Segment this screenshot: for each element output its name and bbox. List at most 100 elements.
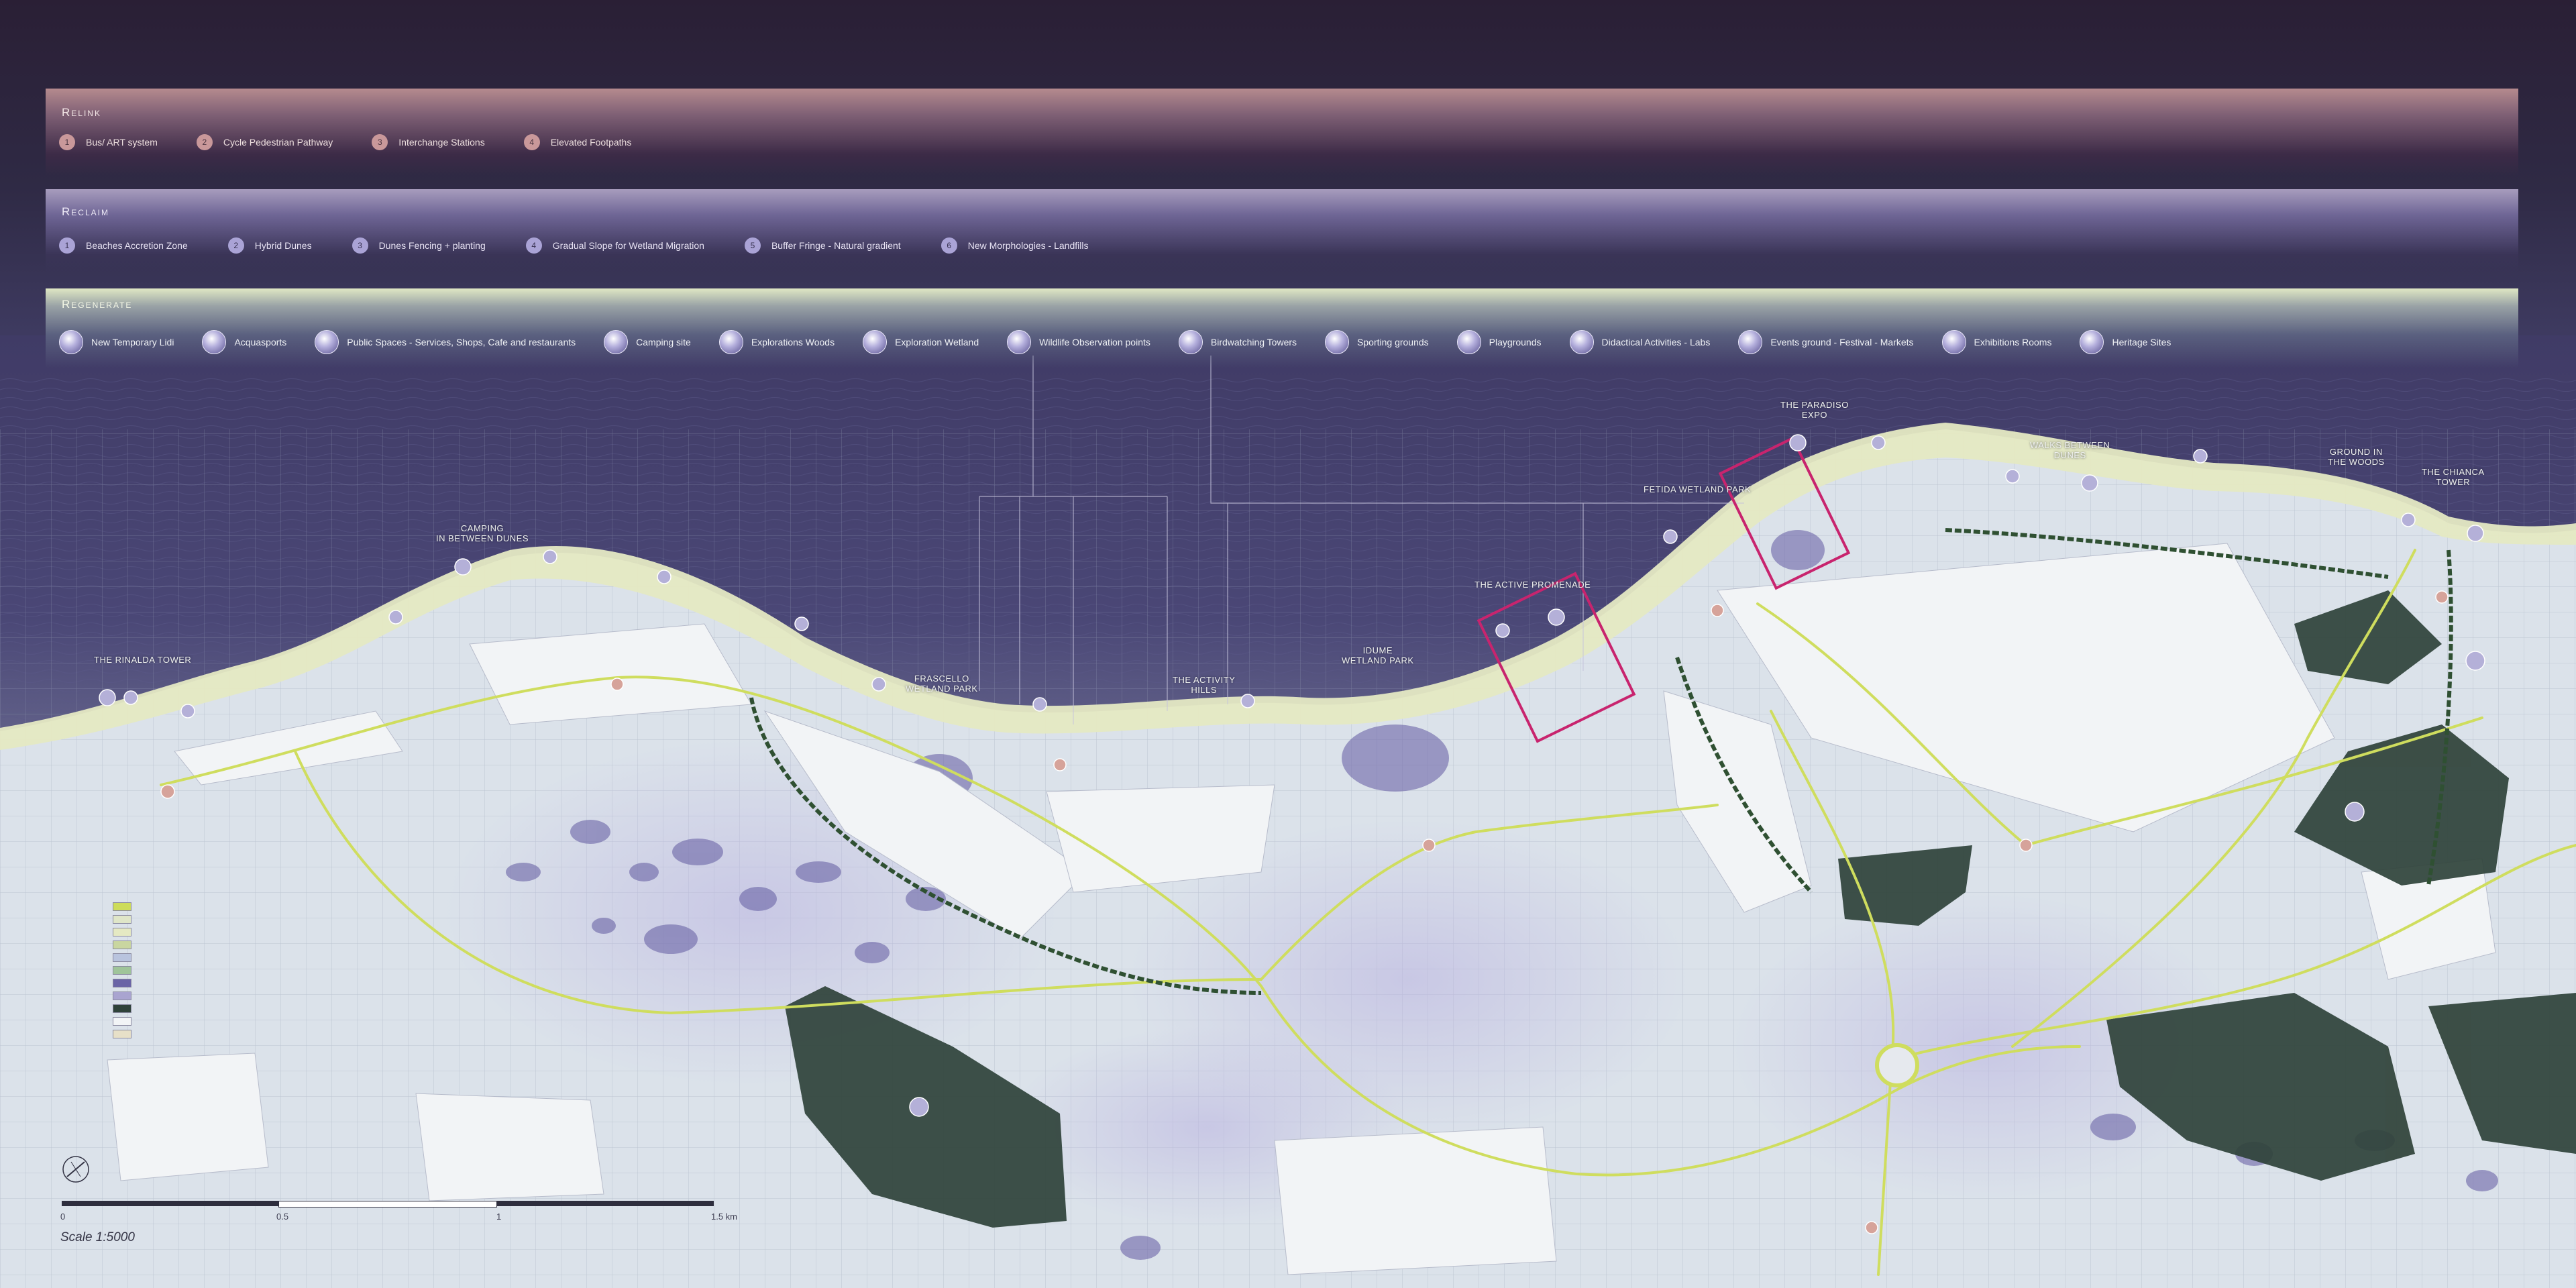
wetland-pond	[570, 820, 610, 844]
scale-segment	[278, 1201, 497, 1208]
regenerate-label: Exploration Wetland	[895, 337, 979, 347]
legend-swatch	[113, 928, 131, 936]
regenerate-item: Events ground - Festival - Markets	[1738, 330, 1914, 354]
interchange-marker	[1053, 758, 1067, 771]
marker	[2465, 651, 2485, 671]
legend-row	[113, 1015, 137, 1028]
camping-icon	[604, 330, 629, 354]
regenerate-label: Wildlife Observation points	[1039, 337, 1150, 347]
scale-segment	[496, 1201, 714, 1206]
wetland-pond	[592, 918, 616, 934]
interchange-marker	[610, 678, 624, 691]
legend-row	[113, 951, 137, 964]
legend-row	[113, 1028, 137, 1040]
relink-title: Relink	[62, 106, 101, 119]
reclaim-item: 3 Dunes Fencing + planting	[352, 237, 486, 254]
regenerate-label: Heritage Sites	[2112, 337, 2171, 347]
map-label-chianca: THE CHIANCA TOWER	[2422, 467, 2485, 487]
relink-number: 1	[59, 134, 75, 150]
regenerate-item: Heritage Sites	[2080, 330, 2171, 354]
relink-item: 1 Bus/ ART system	[59, 134, 158, 150]
legend-swatch	[113, 991, 131, 1000]
marker	[2193, 449, 2208, 464]
regenerate-item: Exhibitions Rooms	[1941, 330, 2052, 354]
marker	[1548, 608, 1565, 626]
relink-items: 1 Bus/ ART system 2 Cycle Pedestrian Pathw…	[59, 134, 670, 150]
legend-row	[113, 977, 137, 989]
marker	[909, 1097, 929, 1117]
map-label-activity-hills: THE ACTIVITY HILLS	[1173, 675, 1236, 695]
wetland-pond	[1771, 530, 1825, 570]
relink-number: 2	[196, 134, 213, 150]
regenerate-item: Didactical Activities - Labs	[1569, 330, 1710, 354]
scale-tick-label: 1	[496, 1212, 502, 1222]
regenerate-item: Explorations Woods	[718, 330, 835, 354]
reclaim-item: 5 Buffer Fringe - Natural gradient	[744, 237, 901, 254]
reclaim-title: Reclaim	[62, 205, 109, 218]
interchange-marker	[2019, 839, 2033, 852]
regenerate-band: Regenerate New Temporary Lidi Acquasport…	[46, 288, 2518, 368]
regenerate-item: Camping site	[604, 330, 691, 354]
regenerate-label: New Temporary Lidi	[91, 337, 174, 347]
regenerate-title: Regenerate	[62, 298, 133, 311]
marker	[180, 704, 195, 718]
wetland-pond	[506, 863, 541, 881]
marker	[1495, 623, 1510, 638]
legend-row	[113, 900, 137, 913]
reclaim-label: Dunes Fencing + planting	[378, 240, 486, 251]
relink-label: Cycle Pedestrian Pathway	[223, 137, 333, 148]
map-label-idume: IDUME WETLAND PARK	[1342, 645, 1414, 665]
wetland-pond	[2090, 1114, 2136, 1140]
regenerate-item: Exploration Wetland	[863, 330, 979, 354]
regenerate-label: Events ground - Festival - Markets	[1770, 337, 1914, 347]
scale-tick-label: 0.5	[276, 1212, 289, 1222]
map-label-frascello: FRASCELLO WETLAND PARK	[906, 674, 978, 694]
relink-item: 3 Interchange Stations	[372, 134, 485, 150]
legend-swatch	[113, 953, 131, 962]
heritage-icon	[2080, 330, 2104, 354]
relink-label: Bus/ ART system	[86, 137, 158, 148]
regenerate-label: Exhibitions Rooms	[1974, 337, 2052, 347]
legend-row	[113, 938, 137, 951]
marker	[2005, 469, 2020, 484]
interchange-marker	[1865, 1221, 1878, 1234]
reclaim-number: 4	[525, 237, 542, 254]
map-label-rinalda: THE RINALDA TOWER	[94, 655, 192, 665]
lido-icon	[59, 330, 83, 354]
reclaim-item: 1 Beaches Accretion Zone	[59, 237, 188, 254]
regenerate-label: Acquasports	[234, 337, 287, 347]
map-label-fetida: FETIDA WETLAND PARK	[1644, 484, 1752, 494]
legend-row	[113, 1002, 137, 1015]
urban-block	[107, 1053, 269, 1181]
roundabout	[1875, 1043, 1919, 1087]
wetland-pond	[796, 861, 841, 883]
scale-tick-label: 1.5 km	[711, 1212, 738, 1222]
relink-number: 4	[523, 134, 540, 150]
reclaim-item: 6 New Morphologies - Landfills	[941, 237, 1088, 254]
marker	[794, 616, 809, 631]
wetland-pond	[629, 863, 659, 881]
relink-label: Elevated Footpaths	[550, 137, 632, 148]
marker	[1663, 529, 1678, 544]
public-space-icon	[315, 330, 339, 354]
regenerate-label: Birdwatching Towers	[1210, 337, 1297, 347]
relink-item: 4 Elevated Footpaths	[523, 134, 632, 150]
relink-item: 2 Cycle Pedestrian Pathway	[196, 134, 333, 150]
lab-icon	[1569, 330, 1594, 354]
map-label-active-promenade: THE ACTIVE PROMENADE	[1474, 580, 1591, 590]
wetland-pond	[2466, 1170, 2498, 1191]
marker	[1240, 694, 1255, 708]
interchange-marker	[160, 784, 175, 799]
reclaim-number: 5	[744, 237, 761, 254]
relink-label: Interchange Stations	[398, 137, 485, 148]
wetland-pond	[1342, 724, 1449, 792]
marker	[1032, 697, 1047, 712]
birdwatching-icon	[1178, 330, 1203, 354]
regenerate-label: Camping site	[636, 337, 691, 347]
regenerate-item: Birdwatching Towers	[1178, 330, 1297, 354]
interchange-marker	[1711, 604, 1724, 617]
marker	[2081, 474, 2098, 492]
events-icon	[1738, 330, 1763, 354]
interchange-marker	[2435, 590, 2449, 604]
wetland-icon	[863, 330, 888, 354]
